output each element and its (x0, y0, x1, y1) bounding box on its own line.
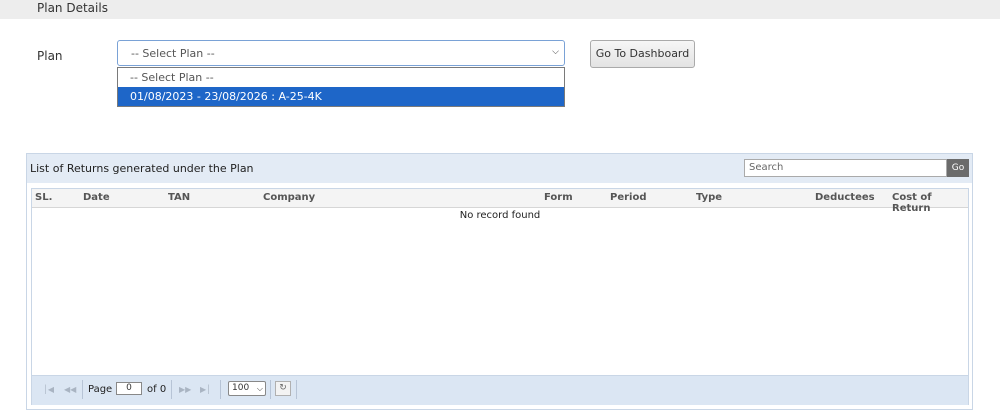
first-page-icon[interactable]: │◀ (43, 385, 54, 394)
col-form[interactable]: Form (544, 192, 573, 203)
col-type[interactable]: Type (696, 192, 722, 203)
next-page-icon[interactable]: ▶▶ (179, 385, 191, 394)
plan-label: Plan (37, 49, 63, 63)
chevron-down-icon: ⌵ (552, 47, 559, 57)
pager-divider (296, 380, 297, 399)
last-page-icon[interactable]: ▶│ (200, 385, 211, 394)
returns-grid: SL. Date TAN Company Form Period Type De… (31, 188, 969, 405)
plan-select-value: -- Select Plan -- (131, 47, 215, 60)
col-deductees[interactable]: Deductees (815, 192, 875, 203)
returns-panel: List of Returns generated under the Plan… (26, 153, 973, 410)
page-title: Plan Details (37, 1, 108, 15)
col-tan[interactable]: TAN (168, 192, 190, 203)
refresh-icon[interactable]: ↻ (275, 381, 291, 396)
col-sl[interactable]: SL. (35, 192, 52, 203)
plan-select[interactable]: -- Select Plan -- ⌵ (117, 40, 565, 66)
plan-dropdown-list: -- Select Plan -- 01/08/2023 - 23/08/202… (117, 67, 565, 107)
grid-header: SL. Date TAN Company Form Period Type De… (32, 189, 968, 214)
pager: │◀ ◀◀ Page 0 of 0 ▶▶ ▶│ 100 ⌵ ↻ (32, 375, 968, 405)
page-size-value: 100 (232, 383, 250, 393)
col-date[interactable]: Date (83, 192, 110, 203)
page-size-select[interactable]: 100 ⌵ (228, 381, 266, 396)
prev-page-icon[interactable]: ◀◀ (64, 385, 76, 394)
returns-panel-title: List of Returns generated under the Plan (30, 162, 254, 175)
go-to-dashboard-button[interactable]: Go To Dashboard (590, 40, 695, 68)
header-bar: Plan Details (0, 0, 1000, 19)
search-input[interactable]: Search (744, 159, 947, 177)
col-company[interactable]: Company (263, 192, 315, 203)
returns-panel-header: List of Returns generated under the Plan… (27, 154, 972, 183)
col-period[interactable]: Period (610, 192, 647, 203)
empty-message: No record found (459, 210, 541, 221)
pager-divider (220, 380, 221, 399)
pager-divider (270, 380, 271, 399)
page-number-input[interactable]: 0 (116, 382, 142, 395)
page-label: Page (88, 384, 113, 395)
search-go-button[interactable]: Go (947, 159, 969, 177)
plan-option-selected[interactable]: 01/08/2023 - 23/08/2026 : A-25-4K (118, 87, 564, 106)
plan-option[interactable]: -- Select Plan -- (118, 68, 564, 87)
chevron-down-icon: ⌵ (256, 384, 263, 393)
pager-divider (82, 380, 83, 399)
page-count: of 0 (147, 384, 167, 395)
pager-divider (171, 380, 172, 399)
